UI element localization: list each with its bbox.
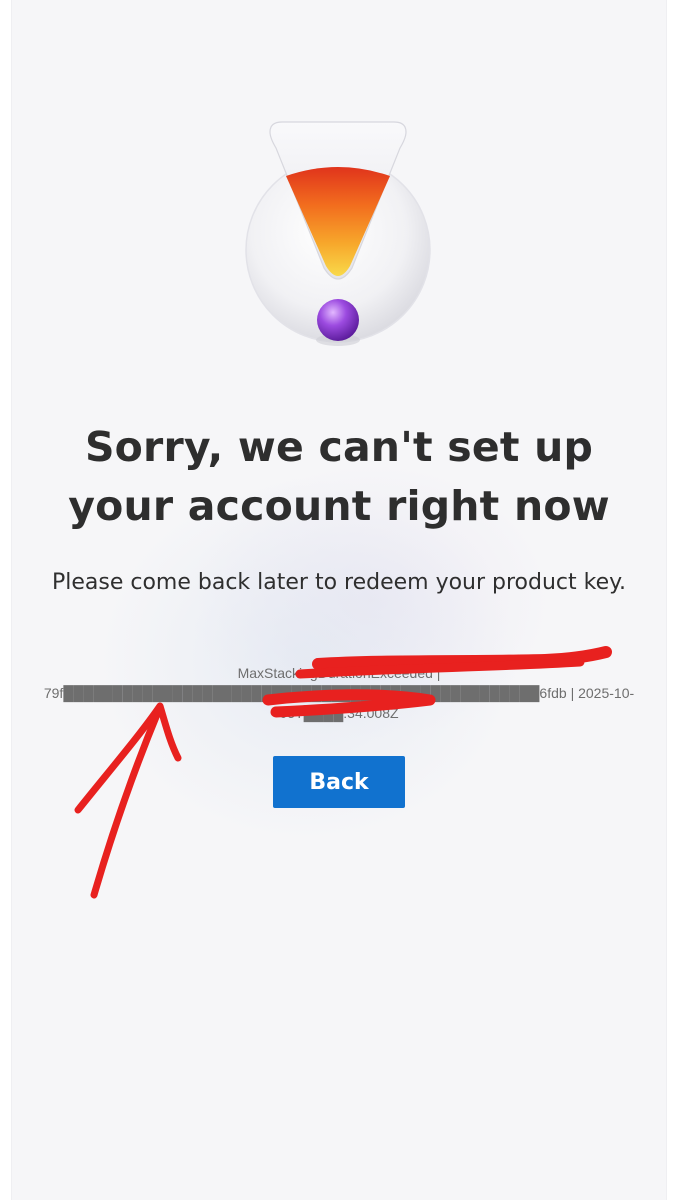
error-code-details: MaxStackingDurationExceeded | 79f███████…	[43, 665, 635, 721]
error-message: Please come back later to redeem your pr…	[51, 570, 627, 595]
page-title: Sorry, we can't set up your account righ…	[68, 423, 610, 530]
exclamation-illustration-icon	[245, 121, 431, 346]
back-button[interactable]: Back	[273, 756, 405, 808]
